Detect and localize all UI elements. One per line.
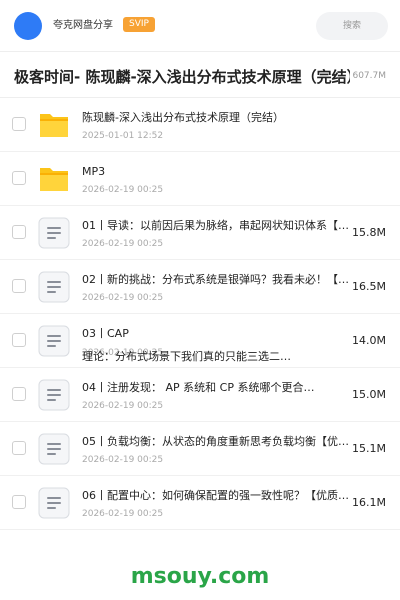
row-checkbox[interactable] bbox=[12, 333, 26, 347]
file-date: 2026-02-19 00:25 bbox=[82, 401, 164, 411]
file-size: 14.0M bbox=[352, 334, 386, 347]
row-checkbox[interactable] bbox=[12, 441, 26, 455]
file-name: 05丨负载均衡：从状态的角度重新思考负载均衡【优质… bbox=[82, 435, 356, 448]
file-date: 2026-02-19 00:25 bbox=[82, 239, 164, 249]
row-checkbox[interactable] bbox=[12, 225, 26, 239]
file-row[interactable]: 04丨注册发现： AP 系统和 CP 系统哪个更合… 2026-02-19 00… bbox=[0, 368, 400, 422]
row-checkbox[interactable] bbox=[12, 117, 26, 131]
file-row[interactable]: 01丨导读：以前因后果为脉络，串起网状知识体系【手… 2026-02-19 00… bbox=[0, 206, 400, 260]
username[interactable]: 夸克网盘分享 bbox=[53, 19, 113, 33]
vip-badge: SVIP bbox=[123, 17, 155, 32]
document-icon bbox=[38, 379, 70, 411]
search-input[interactable]: 搜索 bbox=[316, 12, 388, 40]
file-name: 陈现麟-深入浅出分布式技术原理（完结） bbox=[82, 111, 284, 124]
row-checkbox[interactable] bbox=[12, 171, 26, 185]
file-name: 04丨注册发现： AP 系统和 CP 系统哪个更合… bbox=[82, 381, 315, 394]
document-icon bbox=[38, 271, 70, 303]
file-list: 陈现麟-深入浅出分布式技术原理（完结） 2025-01-01 12:52 MP3… bbox=[0, 98, 400, 530]
document-icon bbox=[38, 325, 70, 357]
folder-header: 极客时间- 陈现麟-深入浅出分布式技术原理（完结） 607.7M bbox=[0, 52, 400, 98]
file-date: 2026-02-19 00:25 bbox=[82, 455, 164, 465]
file-name: MP3 bbox=[82, 165, 106, 178]
file-name: 03丨CAP bbox=[82, 327, 129, 340]
document-icon bbox=[38, 433, 70, 465]
file-name-line2: 理论：分布式场景下我们真的只能三选二… bbox=[82, 350, 291, 363]
file-date: 2025-01-01 12:52 bbox=[82, 131, 164, 141]
file-name: 02丨新的挑战：分布式系统是银弹吗？我看未必！【更… bbox=[82, 273, 356, 286]
row-checkbox[interactable] bbox=[12, 387, 26, 401]
file-row[interactable]: 06丨配置中心：如何确保配置的强一致性呢？【优质合… 2026-02-19 00… bbox=[0, 476, 400, 530]
file-size: 16.5M bbox=[352, 280, 386, 293]
file-date: 2026-02-19 00:25 bbox=[82, 293, 164, 303]
file-date: 2026-02-19 00:25 bbox=[82, 509, 164, 519]
folder-icon bbox=[38, 109, 70, 141]
row-checkbox[interactable] bbox=[12, 495, 26, 509]
file-size: 15.0M bbox=[352, 388, 386, 401]
total-size: 607.7M bbox=[350, 70, 386, 82]
folder-icon bbox=[38, 163, 70, 195]
file-row[interactable]: 02丨新的挑战：分布式系统是银弹吗？我看未必！【更… 2026-02-19 00… bbox=[0, 260, 400, 314]
file-row[interactable]: 陈现麟-深入浅出分布式技术原理（完结） 2025-01-01 12:52 bbox=[0, 98, 400, 152]
file-name: 01丨导读：以前因后果为脉络，串起网状知识体系【手… bbox=[82, 219, 356, 232]
document-icon bbox=[38, 487, 70, 519]
page-title: 极客时间- 陈现麟-深入浅出分布式技术原理（完结） bbox=[14, 68, 362, 86]
app-header: 夸克网盘分享 SVIP 搜索 bbox=[0, 0, 400, 52]
watermark: msouy.com bbox=[130, 564, 270, 589]
file-name: 06丨配置中心：如何确保配置的强一致性呢？【优质合… bbox=[82, 489, 356, 502]
row-checkbox[interactable] bbox=[12, 279, 26, 293]
file-date: 2026-02-19 00:25 bbox=[82, 185, 164, 195]
document-icon bbox=[38, 217, 70, 249]
user-avatar[interactable] bbox=[14, 12, 42, 40]
file-row[interactable]: 03丨CAP 2026-02-19 00:25 理论：分布式场景下我们真的只能三… bbox=[0, 314, 400, 368]
file-row[interactable]: 05丨负载均衡：从状态的角度重新思考负载均衡【优质… 2026-02-19 00… bbox=[0, 422, 400, 476]
file-size: 15.1M bbox=[352, 442, 386, 455]
file-size: 16.1M bbox=[352, 496, 386, 509]
file-size: 15.8M bbox=[352, 226, 386, 239]
file-row[interactable]: MP3 2026-02-19 00:25 bbox=[0, 152, 400, 206]
